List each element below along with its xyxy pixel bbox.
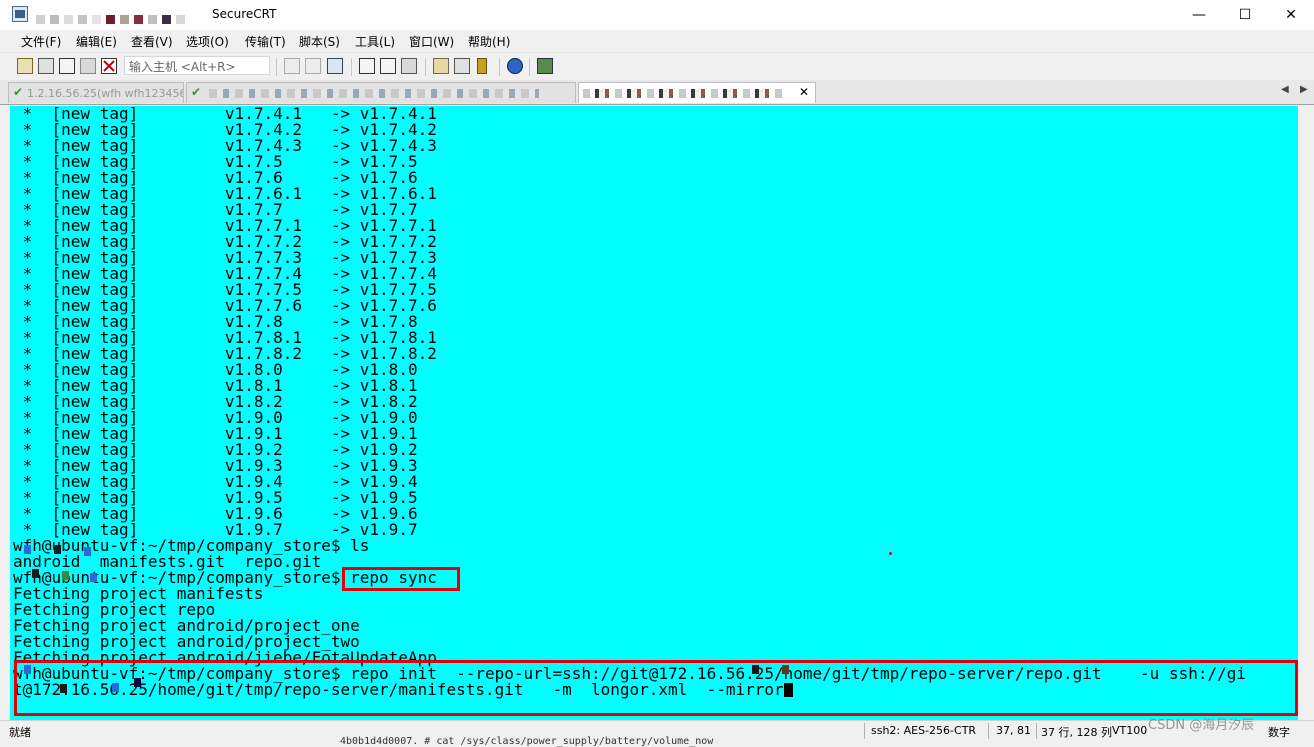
menu-options[interactable]: 选项(O) <box>186 33 229 50</box>
connected-check-icon: ✔ <box>13 85 24 99</box>
connect-icon[interactable] <box>17 58 33 74</box>
redacted-tab-label <box>583 89 783 98</box>
redaction-mark <box>90 573 97 582</box>
keymap-icon[interactable] <box>477 58 487 74</box>
menu-transfer[interactable]: 传输(T) <box>245 33 286 50</box>
toolbar: 输入主机 <Alt+R> <box>0 52 1314 80</box>
redaction-mark <box>84 547 91 556</box>
session-options-icon[interactable] <box>433 58 449 74</box>
securecrt-app-icon[interactable] <box>12 6 28 22</box>
status-cipher: ssh2: AES-256-CTR <box>871 724 977 737</box>
global-options-icon[interactable] <box>454 58 470 74</box>
terminal-area[interactable]: * [new tag] v1.7.4.1 -> v1.7.4.1 * [new … <box>10 106 1298 720</box>
menu-window[interactable]: 窗口(W) <box>409 33 454 50</box>
minimize-button[interactable]: — <box>1176 0 1222 30</box>
paste-icon[interactable] <box>305 58 321 74</box>
toolbar-separator <box>499 58 500 76</box>
redaction-mark <box>62 571 69 580</box>
menu-help[interactable]: 帮助(H) <box>468 33 510 50</box>
redacted-session-name <box>36 9 190 24</box>
close-tab-icon[interactable]: ✕ <box>799 85 809 99</box>
terminal-output: * [new tag] v1.7.4.1 -> v1.7.4.1 * [new … <box>13 106 1246 698</box>
menu-file[interactable]: 文件(F) <box>21 33 61 50</box>
menu-view[interactable]: 查看(V) <box>131 33 173 50</box>
status-cursor-position: 37, 81 <box>996 724 1031 737</box>
status-separator <box>864 723 865 739</box>
red-dot-marker <box>889 552 892 555</box>
session-tab-active[interactable]: ✕ <box>578 82 816 103</box>
menu-bar: 文件(F) 编辑(E) 查看(V) 选项(O) 传输(T) 脚本(S) 工具(L… <box>0 30 1314 52</box>
redaction-mark <box>24 545 31 554</box>
reconnect-icon[interactable] <box>80 58 96 74</box>
session-tab-1[interactable]: ✔ 1.2.16.56.25(wfh wfh123456) <box>8 82 184 103</box>
session-tab-bar: ✔ 1.2.16.56.25(wfh wfh123456) ✔ ✕ ◀ ▶ <box>0 80 1314 105</box>
tab-scroll-right-icon[interactable]: ▶ <box>1300 84 1308 95</box>
menu-edit[interactable]: 编辑(E) <box>76 33 117 50</box>
toolbar-separator <box>425 58 426 76</box>
title-bar: SecureCRT — ☐ ✕ <box>0 0 1314 30</box>
tab-scroll-left-icon[interactable]: ◀ <box>1281 84 1289 95</box>
sftp-icon[interactable] <box>537 58 553 74</box>
tab-label: 1.2.16.56.25(wfh wfh123456) <box>27 87 184 100</box>
help-icon[interactable] <box>507 58 523 74</box>
toolbar-separator <box>276 58 277 76</box>
redaction-mark <box>54 545 61 554</box>
host-input[interactable]: 输入主机 <Alt+R> <box>124 56 270 75</box>
copy-icon[interactable] <box>284 58 300 74</box>
quick-connect-icon[interactable] <box>38 58 54 74</box>
connect-in-tab-icon[interactable] <box>59 58 75 74</box>
disconnect-icon[interactable] <box>101 58 117 74</box>
print-screen-icon[interactable] <box>359 58 375 74</box>
status-separator <box>988 723 989 739</box>
find-icon[interactable] <box>327 58 343 74</box>
connected-check-icon: ✔ <box>191 85 202 99</box>
status-ready: 就绪 <box>9 726 31 739</box>
close-window-button[interactable]: ✕ <box>1268 0 1314 30</box>
status-numlock: 数字 <box>1268 726 1290 739</box>
print-icon[interactable] <box>401 58 417 74</box>
terminal-scrollbar[interactable] <box>1298 106 1314 720</box>
repo-init-highlight <box>14 660 1298 716</box>
toolbar-separator <box>351 58 352 76</box>
window-title: SecureCRT <box>212 7 277 21</box>
status-separator <box>1036 723 1037 739</box>
csdn-watermark: CSDN @海月汐辰 <box>1148 718 1255 733</box>
redacted-tab-label <box>209 89 539 98</box>
status-size: 37 行, 128 列 <box>1041 726 1112 739</box>
redaction-mark <box>32 569 39 578</box>
menu-tools[interactable]: 工具(L) <box>355 33 395 50</box>
status-emulation: VT100 <box>1112 724 1148 737</box>
session-tab-2[interactable]: ✔ <box>186 82 576 103</box>
print-selection-icon[interactable] <box>380 58 396 74</box>
maximize-button[interactable]: ☐ <box>1222 0 1268 30</box>
repo-sync-highlight <box>342 567 460 591</box>
menu-script[interactable]: 脚本(S) <box>299 33 340 50</box>
toolbar-separator <box>529 58 530 76</box>
